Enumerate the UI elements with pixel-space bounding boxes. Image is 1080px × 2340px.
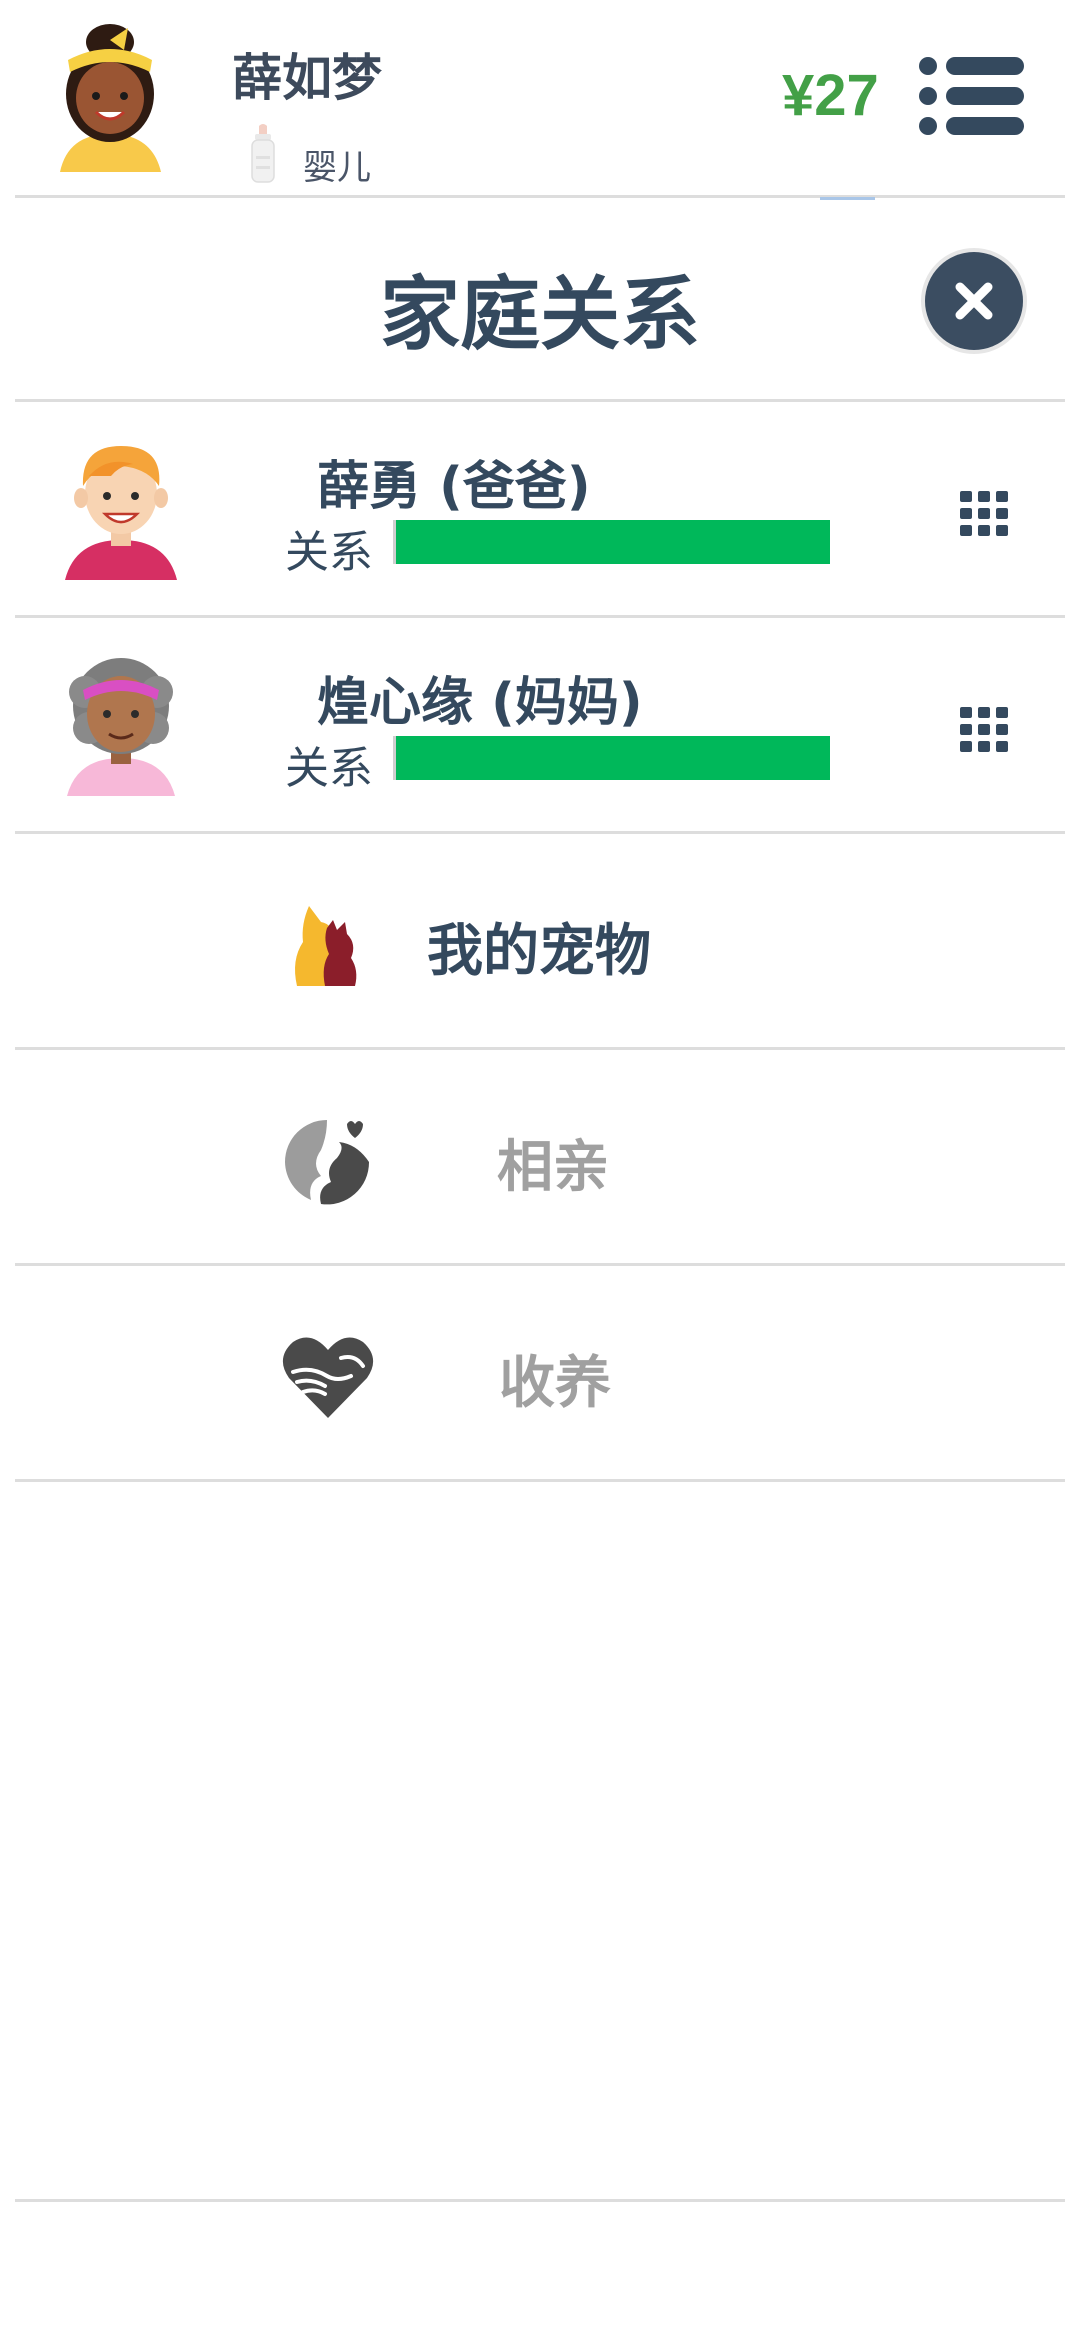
user-avatar[interactable] — [48, 12, 173, 177]
row-divider — [15, 1479, 1065, 1482]
relationship-bar-fill — [396, 520, 830, 564]
father-avatar — [65, 446, 177, 580]
mother-avatar — [67, 658, 175, 796]
actions-grid-icon[interactable] — [957, 488, 1011, 538]
dating-icon — [285, 1120, 370, 1205]
active-tab-indicator — [820, 197, 875, 200]
pets-icon — [295, 906, 357, 986]
relation-label: 关系 — [285, 527, 373, 578]
relation-row-father[interactable]: 薛勇 (爸爸) 关系 — [15, 402, 1065, 615]
header-divider — [15, 195, 1065, 198]
bottom-divider — [15, 2199, 1065, 2202]
panel-title: 家庭关系 — [380, 268, 700, 361]
baby-bottle-icon — [251, 124, 275, 183]
adopt-heart-hands-icon — [282, 1337, 374, 1418]
user-name: 薛如梦 — [232, 49, 382, 107]
menu-item-label: 收养 — [499, 1351, 611, 1416]
relation-name: 煌心缘 (妈妈) — [317, 673, 643, 733]
close-button[interactable] — [925, 252, 1023, 350]
relationship-bar — [393, 736, 830, 780]
life-stage-label: 婴儿 — [303, 148, 371, 188]
relationship-bar-fill — [396, 736, 830, 780]
relation-row-mother[interactable]: 煌心缘 (妈妈) 关系 — [15, 618, 1065, 831]
actions-grid-icon[interactable] — [957, 704, 1011, 754]
menu-icon[interactable] — [918, 56, 1024, 136]
relation-name: 薛勇 (爸爸) — [317, 457, 591, 517]
money-balance: ¥27 — [782, 63, 879, 128]
relationship-bar — [393, 520, 830, 564]
header: 薛如梦 婴儿 ¥27 — [0, 0, 1080, 195]
relation-label: 关系 — [285, 743, 373, 794]
my-pets-button[interactable]: 我的宠物 — [15, 834, 1065, 1044]
menu-item-label: 相亲 — [497, 1135, 609, 1200]
dating-button[interactable]: 相亲 — [15, 1050, 1065, 1260]
close-icon — [955, 282, 993, 320]
menu-item-label: 我的宠物 — [427, 919, 651, 984]
adopt-button[interactable]: 收养 — [15, 1266, 1065, 1476]
